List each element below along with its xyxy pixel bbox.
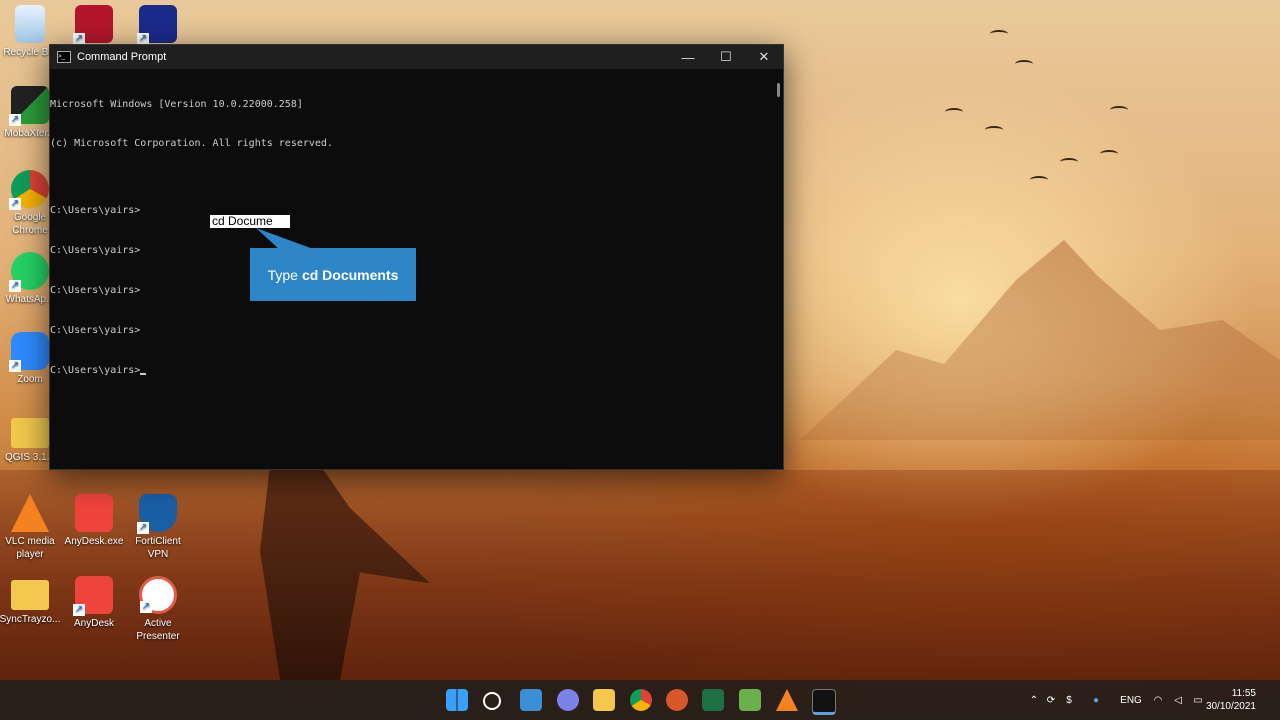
- wallpaper-bird: [1015, 60, 1033, 68]
- console-prompt: C:\Users\yairs>: [50, 364, 141, 376]
- chrome-taskbar-icon[interactable]: [630, 689, 652, 711]
- console-line: C:\Users\yairs>: [50, 244, 141, 256]
- typed-text-preview: cd Docume: [210, 215, 290, 228]
- console-line: C:\Users\yairs>: [50, 204, 141, 216]
- desktop-icon-label: Zoom: [17, 374, 43, 385]
- desktop-icon-label: Active Presenter: [136, 618, 180, 642]
- desktop-icon-synctrayzor[interactable]: SyncTrayzo...: [0, 576, 62, 626]
- mobaxterm-icon: ↗: [9, 86, 49, 126]
- window-title: Command Prompt: [77, 51, 167, 63]
- wallpaper-bird: [1100, 150, 1118, 158]
- desktop-icon-label: SyncTrayzo...: [0, 614, 61, 625]
- terminal-taskbar-icon[interactable]: [812, 689, 836, 715]
- file-explorer-icon[interactable]: [593, 689, 615, 711]
- desktop-icon-anydesk[interactable]: ↗ AnyDesk: [62, 576, 126, 630]
- desktop-icon-label: AnyDesk.exe: [64, 536, 124, 547]
- console-line: C:\Users\yairs>: [50, 284, 141, 296]
- clock[interactable]: 11:55 30/10/2021: [1206, 687, 1256, 713]
- maximize-button[interactable]: ☐: [707, 49, 745, 65]
- desktop-icon-label: WhatsAp...: [5, 294, 55, 305]
- wallpaper-bird: [945, 108, 963, 116]
- desktop-icon-label: FortiClient VPN: [135, 536, 181, 560]
- clock-time: 11:55: [1231, 688, 1256, 699]
- excel-icon[interactable]: [702, 689, 724, 711]
- desktop-icon-label: AnyDesk: [73, 618, 114, 629]
- wallpaper-bird: [1110, 106, 1128, 114]
- callout-prefix: Type: [267, 266, 298, 283]
- teams-chat-icon[interactable]: [557, 689, 579, 711]
- console-line: C:\Users\yairs>: [50, 324, 141, 336]
- notepad-icon[interactable]: [739, 689, 761, 711]
- callout-command: cd Documents: [301, 266, 399, 283]
- wifi-icon[interactable]: ◠: [1148, 695, 1168, 706]
- wallpaper-bird: [1030, 176, 1048, 184]
- desktop-icon-vlc[interactable]: VLC media player: [0, 494, 62, 561]
- sync-icon[interactable]: ⟳: [1042, 695, 1060, 706]
- active-presenter-icon: ↗: [139, 576, 177, 614]
- zoom-icon: ↗: [9, 332, 49, 372]
- minimize-button[interactable]: —: [669, 50, 707, 65]
- cmd-icon: >_: [57, 51, 71, 63]
- anydesk-icon: ↗: [73, 576, 113, 616]
- chevron-up-icon[interactable]: ⌃: [1026, 695, 1042, 706]
- taskbar: ⌃ ⟳ $ ● ENG ◠ ◁ ▭ 11:55 30/10/2021: [0, 680, 1280, 720]
- desktop-icon-label: Google Chrome: [12, 212, 48, 236]
- language-indicator[interactable]: ENG: [1114, 695, 1148, 706]
- wallpaper-ground: [0, 470, 1280, 680]
- dollar-icon[interactable]: $: [1060, 695, 1078, 706]
- wallpaper-bird: [990, 30, 1008, 38]
- chrome-icon: ↗: [9, 170, 49, 210]
- folder-icon: [11, 580, 49, 610]
- clock-date: 30/10/2021: [1205, 701, 1256, 712]
- app-taskbar-icon[interactable]: [666, 689, 688, 711]
- desktop-icon-label: MobaXter...: [4, 128, 56, 139]
- wallpaper-bird: [1060, 158, 1078, 166]
- anydesk-icon: [75, 494, 113, 532]
- system-tray: ⌃ ⟳ $ ● ENG ◠ ◁ ▭: [1026, 680, 1208, 720]
- vlc-taskbar-icon[interactable]: [776, 689, 798, 711]
- command-prompt-window[interactable]: >_ Command Prompt — ☐ ✕ Microsoft Window…: [49, 44, 784, 470]
- desktop-icon-mendeley[interactable]: ↗: [62, 5, 126, 46]
- desktop-icon-app[interactable]: ↗: [126, 5, 190, 46]
- desktop-icon-label: VLC media player: [5, 536, 55, 560]
- start-icon[interactable]: [446, 689, 468, 711]
- wallpaper-mountain: [800, 240, 1280, 440]
- search-icon[interactable]: [483, 692, 501, 710]
- forticlient-icon: ↗: [137, 494, 177, 534]
- volume-icon[interactable]: ◁: [1168, 695, 1188, 706]
- vlc-icon: [11, 494, 49, 532]
- desktop-icon-label: QGIS 3.1...: [4, 452, 56, 463]
- desktop-icon-forticlient[interactable]: ↗ FortiClient VPN: [126, 494, 190, 561]
- instruction-callout: Type cd Documents: [250, 248, 416, 301]
- recycle-bin-icon: [15, 5, 45, 43]
- close-button[interactable]: ✕: [745, 49, 783, 65]
- console-line: (c) Microsoft Corporation. All rights re…: [50, 138, 333, 150]
- desktop-icon-active-presenter[interactable]: ↗ Active Presenter: [126, 576, 190, 643]
- console-prompt-line[interactable]: C:\Users\yairs>: [50, 364, 783, 377]
- desktop-icon-anydesk-exe[interactable]: AnyDesk.exe: [62, 494, 126, 548]
- whatsapp-icon: ↗: [9, 252, 49, 292]
- console-output[interactable]: Microsoft Windows [Version 10.0.22000.25…: [50, 69, 783, 403]
- widgets-icon[interactable]: [520, 689, 542, 711]
- scrollbar-thumb[interactable]: [777, 83, 780, 97]
- folder-icon: [11, 418, 49, 448]
- text-cursor: [140, 372, 147, 375]
- console-line: Microsoft Windows [Version 10.0.22000.25…: [50, 98, 303, 110]
- app-icon: ↗: [137, 5, 177, 45]
- mendeley-icon: ↗: [73, 5, 113, 45]
- window-titlebar[interactable]: >_ Command Prompt — ☐ ✕: [50, 45, 783, 69]
- wallpaper-bird: [985, 126, 1003, 134]
- microphone-icon[interactable]: ●: [1078, 695, 1114, 706]
